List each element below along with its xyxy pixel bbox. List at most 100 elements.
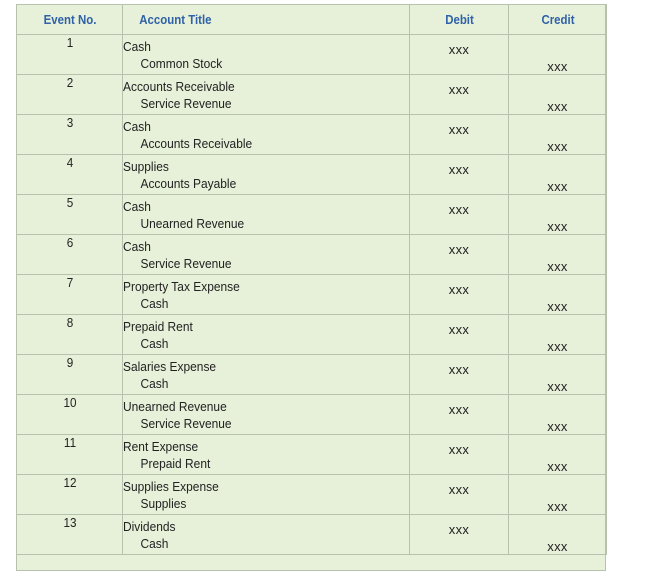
- credit-amount-cell: xxx: [508, 314, 607, 355]
- account-title-cell: Cash Unearned Revenue: [122, 194, 410, 235]
- credit-amount-cell: xxx: [508, 474, 607, 515]
- header-account-title: Account Title: [122, 4, 376, 35]
- credit-account-name: Unearned Revenue: [140, 216, 245, 231]
- table-row: 1 Cash Common Stock xxx xxx: [17, 34, 607, 75]
- account-title-cell: Cash Service Revenue: [122, 234, 410, 275]
- credit-amount-cell: xxx: [508, 434, 607, 475]
- debit-account-name: Accounts Receivable: [123, 79, 235, 94]
- debit-amount-cell: xxx: [409, 234, 509, 275]
- debit-amount-cell: xxx: [409, 474, 509, 515]
- debit-account-name: Cash: [123, 239, 151, 254]
- table-header-row: Event No. Account Title Debit Credit: [17, 4, 607, 35]
- debit-account-name: Dividends: [123, 519, 176, 534]
- table-row: 8 Prepaid Rent Cash xxx xxx: [17, 314, 607, 355]
- debit-amount-cell: xxx: [409, 514, 509, 555]
- event-number-cell: 6: [21, 234, 118, 275]
- debit-amount: xxx: [448, 82, 470, 97]
- event-number-cell: 5: [21, 194, 118, 235]
- event-number-cell: 3: [21, 114, 118, 155]
- debit-account-name: Property Tax Expense: [123, 279, 240, 294]
- credit-amount: xxx: [547, 259, 568, 274]
- debit-account-name: Supplies: [123, 159, 169, 174]
- credit-amount: xxx: [547, 379, 568, 394]
- credit-amount-cell: xxx: [508, 114, 607, 155]
- debit-amount: xxx: [448, 482, 470, 497]
- credit-account-name: Service Revenue: [140, 96, 232, 111]
- debit-account-name: Unearned Revenue: [123, 399, 227, 414]
- table-row: 12 Supplies Expense Supplies xxx xxx: [17, 474, 607, 515]
- account-title-cell: Cash Accounts Receivable: [122, 114, 410, 155]
- event-number-cell: 13: [21, 514, 118, 555]
- debit-account-name: Salaries Expense: [123, 359, 217, 374]
- debit-amount: xxx: [448, 162, 470, 177]
- debit-account-name: Cash: [123, 199, 151, 214]
- event-number-cell: 1: [21, 34, 118, 75]
- account-title-cell: Supplies Accounts Payable: [122, 154, 410, 195]
- credit-account-name: Supplies: [140, 496, 187, 511]
- table-row: 2 Accounts Receivable Service Revenue xxx xx…: [17, 74, 607, 115]
- account-title-cell: Dividends Cash: [122, 514, 410, 555]
- account-title-cell: Cash Common Stock: [122, 34, 410, 75]
- account-title-cell: Salaries Expense Cash: [122, 354, 410, 395]
- credit-amount: xxx: [547, 59, 568, 74]
- credit-account-name: Cash: [140, 296, 169, 311]
- debit-amount: xxx: [448, 242, 470, 257]
- table-row: 13 Dividends Cash xxx xxx: [17, 514, 607, 555]
- credit-amount-cell: xxx: [508, 274, 607, 315]
- table-row: 5 Cash Unearned Revenue xxx xxx: [17, 194, 607, 235]
- credit-amount-cell: xxx: [508, 34, 607, 75]
- credit-account-name: Cash: [140, 336, 169, 351]
- credit-account-name: Accounts Receivable: [140, 136, 253, 151]
- credit-amount-cell: xxx: [508, 234, 607, 275]
- debit-account-name: Cash: [123, 39, 151, 54]
- table-row: 9 Salaries Expense Cash xxx xxx: [17, 354, 607, 395]
- debit-amount-cell: xxx: [409, 194, 509, 235]
- credit-amount-cell: xxx: [508, 154, 607, 195]
- debit-amount: xxx: [448, 362, 470, 377]
- debit-amount-cell: xxx: [409, 394, 509, 435]
- credit-amount: xxx: [547, 459, 568, 474]
- account-title-cell: Prepaid Rent Cash: [122, 314, 410, 355]
- debit-amount: xxx: [448, 282, 470, 297]
- credit-amount-cell: xxx: [508, 514, 607, 555]
- debit-amount-cell: xxx: [409, 34, 509, 75]
- debit-amount: xxx: [448, 322, 470, 337]
- journal-entries-table: Event No. Account Title Debit Credit 1 Ca…: [16, 4, 607, 555]
- debit-amount: xxx: [448, 42, 470, 57]
- credit-amount-cell: xxx: [508, 194, 607, 235]
- credit-amount: xxx: [547, 499, 568, 514]
- credit-amount-cell: xxx: [508, 394, 607, 435]
- table-row: 4 Supplies Accounts Payable xxx xxx: [17, 154, 607, 195]
- credit-amount: xxx: [547, 339, 568, 354]
- credit-account-name: Prepaid Rent: [140, 456, 211, 471]
- debit-amount-cell: xxx: [409, 354, 509, 395]
- credit-amount-cell: xxx: [508, 74, 607, 115]
- debit-amount-cell: xxx: [409, 314, 509, 355]
- event-number-cell: 7: [21, 274, 118, 315]
- event-number-cell: 8: [21, 314, 118, 355]
- event-number-cell: 12: [21, 474, 118, 515]
- debit-amount: xxx: [448, 402, 470, 417]
- event-number-cell: 10: [21, 394, 118, 435]
- debit-amount-cell: xxx: [409, 114, 509, 155]
- credit-account-name: Service Revenue: [140, 416, 232, 431]
- credit-amount: xxx: [547, 419, 568, 434]
- debit-account-name: Cash: [123, 119, 151, 134]
- credit-account-name: Service Revenue: [140, 256, 232, 271]
- event-number-cell: 2: [21, 74, 118, 115]
- table-row: 7 Property Tax Expense Cash xxx xxx: [17, 274, 607, 315]
- account-title-cell: Rent Expense Prepaid Rent: [122, 434, 410, 475]
- credit-account-name: Common Stock: [140, 56, 223, 71]
- debit-amount-cell: xxx: [409, 274, 509, 315]
- debit-amount: xxx: [448, 122, 470, 137]
- credit-account-name: Cash: [140, 536, 169, 551]
- credit-account-name: Cash: [140, 376, 169, 391]
- table-row: 11 Rent Expense Prepaid Rent xxx xxx: [17, 434, 607, 475]
- credit-amount: xxx: [547, 539, 568, 554]
- account-title-cell: Property Tax Expense Cash: [122, 274, 410, 315]
- event-number-cell: 9: [21, 354, 118, 395]
- account-title-cell: Supplies Expense Supplies: [122, 474, 410, 515]
- debit-amount: xxx: [448, 202, 470, 217]
- event-number-cell: 11: [21, 434, 118, 475]
- credit-account-name: Accounts Payable: [140, 176, 237, 191]
